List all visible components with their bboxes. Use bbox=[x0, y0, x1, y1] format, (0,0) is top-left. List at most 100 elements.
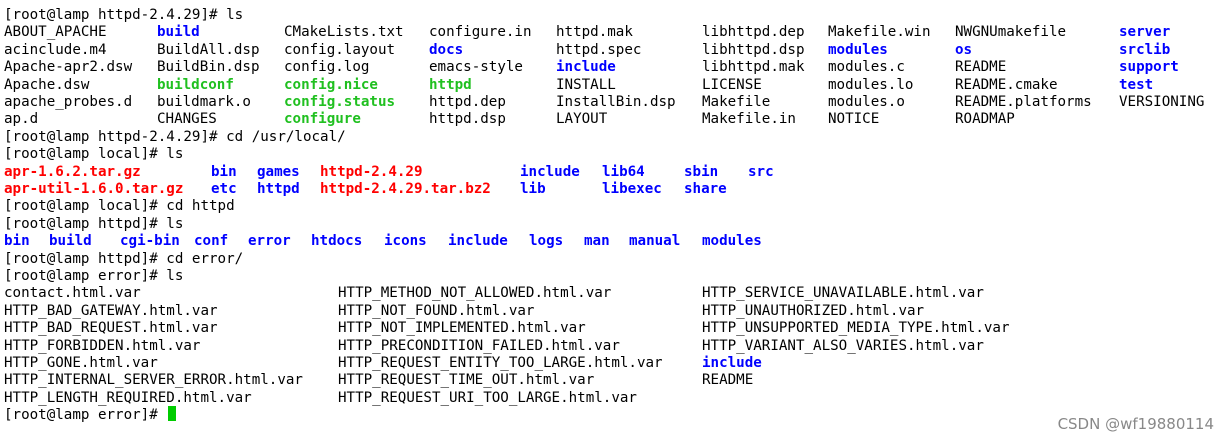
prompt-line: [root@lamp local]# ls bbox=[4, 145, 183, 163]
terminal-output[interactable]: [root@lamp httpd-2.4.29]# ls ABOUT_APACHE… bbox=[4, 0, 1220, 439]
directory-entry: include bbox=[702, 355, 762, 371]
directory-entry: srclib bbox=[1119, 41, 1171, 58]
prompt-text: [root@lamp httpd-2.4.29]# ls bbox=[4, 7, 244, 23]
file-entry: README bbox=[702, 372, 754, 389]
directory-entry: modules bbox=[828, 41, 888, 58]
file-entry: modules.lo bbox=[828, 76, 914, 93]
file-entry: HTTP_UNSUPPORTED_MEDIA_TYPE.html.var bbox=[702, 320, 1010, 337]
directory-entry: sbin bbox=[684, 163, 719, 180]
file-entry: ABOUT_APACHE bbox=[4, 24, 107, 41]
file-entry: HTTP_PRECONDITION_FAILED.html.var bbox=[338, 337, 620, 354]
prompt-line: [root@lamp httpd-2.4.29]# cd /usr/local/ bbox=[4, 128, 346, 146]
file-entry: HTTP_BAD_REQUEST.html.var bbox=[4, 320, 218, 337]
file-entry: CHANGES bbox=[157, 111, 217, 128]
file-entry: config.log bbox=[284, 59, 370, 76]
file-entry: HTTP_UNAUTHORIZED.html.var bbox=[702, 302, 925, 319]
file-entry: Makefile.in bbox=[702, 111, 796, 128]
directory-entry: conf bbox=[194, 233, 229, 250]
directory-entry: os bbox=[955, 41, 973, 58]
directory-entry: httpd bbox=[257, 181, 300, 197]
file-entry: ROADMAP bbox=[955, 111, 1015, 128]
prompt-text: [root@lamp error]# ls bbox=[4, 268, 184, 284]
prompt-line: [root@lamp httpd]# ls bbox=[4, 215, 183, 233]
directory-entry: support bbox=[1119, 59, 1179, 76]
file-entry: HTTP_NOT_FOUND.html.var bbox=[338, 302, 535, 319]
directory-entry: include bbox=[448, 233, 508, 250]
file-entry: httpd.dsp bbox=[429, 111, 506, 128]
directory-entry: lib bbox=[520, 181, 546, 197]
file-entry: HTTP_REQUEST_ENTITY_TOO_LARGE.html.var bbox=[338, 355, 663, 371]
prompt-text: [root@lamp local]# ls bbox=[4, 146, 184, 163]
file-entry: HTTP_METHOD_NOT_ALLOWED.html.var bbox=[338, 285, 612, 302]
directory-entry: man bbox=[584, 233, 610, 250]
prompt-line: [root@lamp error]# ls bbox=[4, 267, 183, 285]
file-entry: HTTP_LENGTH_REQUIRED.html.var bbox=[4, 389, 252, 406]
directory-entry: build bbox=[49, 233, 92, 250]
executable-entry: httpd bbox=[429, 76, 472, 93]
file-entry: buildmark.o bbox=[157, 94, 251, 110]
file-entry: Apache.dsw bbox=[4, 76, 90, 93]
file-entry: HTTP_GONE.html.var bbox=[4, 355, 158, 371]
archive-entry: apr-1.6.2.tar.gz bbox=[4, 163, 141, 180]
file-entry: modules.o bbox=[828, 94, 905, 110]
directory-entry: bin bbox=[4, 233, 30, 250]
file-entry: INSTALL bbox=[556, 76, 616, 93]
directory-entry: server bbox=[1119, 24, 1171, 41]
file-entry: modules.c bbox=[828, 59, 905, 76]
file-entry: CMakeLists.txt bbox=[284, 24, 404, 41]
file-entry: emacs-style bbox=[429, 59, 523, 76]
file-entry: README.cmake bbox=[955, 76, 1058, 93]
file-entry: libhttpd.dsp bbox=[702, 41, 805, 58]
directory-entry: libexec bbox=[602, 181, 662, 197]
file-entry: apache_probes.d bbox=[4, 94, 133, 110]
file-entry: Makefile.win bbox=[828, 24, 931, 41]
directory-entry: icons bbox=[384, 233, 427, 250]
file-entry: HTTP_FORBIDDEN.html.var bbox=[4, 337, 201, 354]
file-entry: acinclude.m4 bbox=[4, 41, 107, 58]
file-entry: HTTP_INTERNAL_SERVER_ERROR.html.var bbox=[4, 372, 303, 389]
cursor-block[interactable] bbox=[168, 406, 177, 422]
directory-entry: bin bbox=[211, 163, 237, 180]
archive-entry: apr-util-1.6.0.tar.gz bbox=[4, 181, 184, 197]
file-entry: LICENSE bbox=[702, 76, 762, 93]
file-entry: HTTP_BAD_GATEWAY.html.var bbox=[4, 302, 218, 319]
prompt-text: [root@lamp httpd-2.4.29]# cd /usr/local/ bbox=[4, 128, 346, 145]
file-entry: VERSIONING bbox=[1119, 94, 1205, 110]
file-entry: ap.d bbox=[4, 111, 39, 128]
executable-entry: config.nice bbox=[284, 76, 378, 93]
prompt-text: [root@lamp error]# bbox=[4, 407, 167, 424]
directory-entry: cgi-bin bbox=[120, 233, 180, 250]
file-entry: HTTP_VARIANT_ALSO_VARIES.html.var bbox=[702, 337, 984, 354]
file-entry: LAYOUT bbox=[556, 111, 608, 128]
file-entry: Apache-apr2.dsw bbox=[4, 59, 133, 76]
prompt-line: [root@lamp error]# bbox=[4, 406, 177, 424]
prompt-text: [root@lamp local]# cd httpd bbox=[4, 198, 235, 215]
directory-entry: include bbox=[520, 163, 580, 180]
archive-entry: httpd-2.4.29.tar.bz2 bbox=[320, 181, 491, 197]
prompt-text: [root@lamp httpd]# ls bbox=[4, 215, 184, 232]
file-entry: libhttpd.mak bbox=[702, 59, 805, 76]
file-entry: Makefile bbox=[702, 94, 771, 110]
file-entry: README bbox=[955, 59, 1007, 76]
file-entry: NOTICE bbox=[828, 111, 880, 128]
prompt-text: [root@lamp httpd]# cd error/ bbox=[4, 250, 244, 267]
file-entry: httpd.spec bbox=[556, 41, 642, 58]
directory-entry: logs bbox=[529, 233, 564, 250]
file-entry: libhttpd.dep bbox=[702, 24, 805, 41]
file-entry: BuildBin.dsp bbox=[157, 59, 260, 76]
directory-entry: etc bbox=[211, 181, 237, 197]
directory-entry: test bbox=[1119, 76, 1154, 93]
directory-entry: src bbox=[748, 163, 774, 180]
watermark: CSDN @wf19880114 bbox=[1057, 415, 1214, 433]
directory-entry: games bbox=[257, 163, 300, 180]
file-entry: README.platforms bbox=[955, 94, 1092, 110]
directory-entry: htdocs bbox=[311, 233, 363, 250]
directory-entry: docs bbox=[429, 41, 464, 58]
file-entry: BuildAll.dsp bbox=[157, 41, 260, 58]
directory-entry: manual bbox=[629, 233, 681, 250]
archive-entry: httpd-2.4.29 bbox=[320, 163, 423, 180]
prompt-line: [root@lamp local]# cd httpd bbox=[4, 197, 235, 215]
directory-entry: share bbox=[684, 181, 727, 197]
prompt-line: [root@lamp httpd-2.4.29]# ls bbox=[4, 6, 243, 24]
file-entry: InstallBin.dsp bbox=[556, 94, 676, 110]
